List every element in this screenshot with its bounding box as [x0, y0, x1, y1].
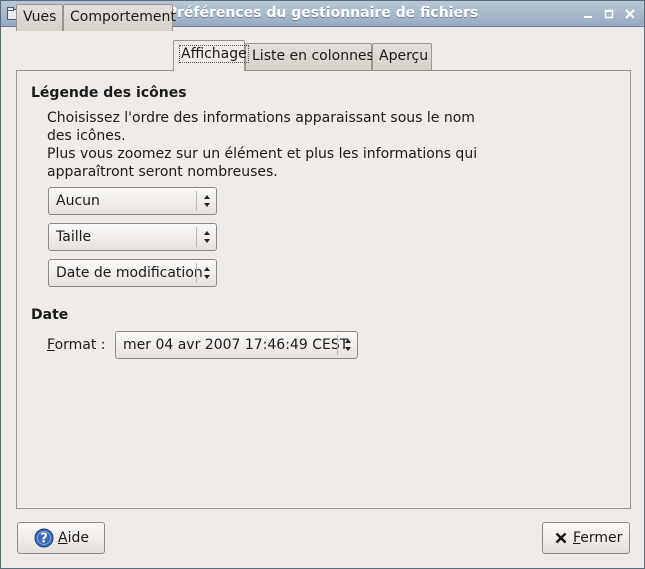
- tab-liste-en-colonnes[interactable]: Liste en colonnes: [245, 43, 374, 70]
- description-line: apparaîtront seront nombreuses.: [47, 164, 278, 180]
- combo-value: Date de modification: [56, 265, 203, 281]
- tab-label: Affichage: [179, 45, 249, 63]
- updown-arrows-icon: [204, 267, 210, 279]
- close-window-button[interactable]: [622, 6, 638, 22]
- affichage-page: Légende des icônes Choisissez l'ordre de…: [16, 70, 631, 509]
- description-line: Plus vous zoomez sur un élément et plus …: [47, 146, 478, 162]
- combo-value: mer 04 avr 2007 17:46:49 CEST: [123, 337, 349, 353]
- close-label: Fermer: [573, 530, 623, 546]
- close-icon: [625, 9, 635, 19]
- combo-arrows: [196, 263, 216, 283]
- description-line: Choisissez l'ordre des informations appa…: [47, 110, 475, 126]
- svg-text:?: ?: [40, 532, 48, 547]
- minimize-icon: [584, 16, 592, 18]
- icon-captions-heading: Légende des icônes: [31, 85, 187, 101]
- tab-vues[interactable]: Vues: [16, 4, 63, 31]
- caption-combo-1[interactable]: Aucun: [48, 187, 217, 215]
- date-format-combo[interactable]: mer 04 avr 2007 17:46:49 CEST: [115, 331, 358, 359]
- format-mnemonic: F: [47, 337, 55, 353]
- close-x-icon: [555, 532, 567, 544]
- close-button[interactable]: Fermer: [542, 522, 630, 554]
- captions-description: Choisissez l'ordre des informations appa…: [47, 109, 477, 181]
- maximize-button[interactable]: [601, 6, 617, 22]
- tab-apercu[interactable]: Aperçu: [372, 43, 432, 70]
- tab-affichage[interactable]: Affichage: [173, 40, 249, 71]
- date-heading: Date: [31, 307, 69, 323]
- tab-label: Aperçu: [379, 48, 429, 64]
- combo-value: Aucun: [56, 193, 100, 209]
- help-icon: ?: [34, 528, 54, 548]
- format-label-rest: ormat :: [54, 337, 106, 353]
- preferences-window: Préférences du gestionnaire de fichiers …: [0, 0, 645, 569]
- combo-arrows: [196, 191, 216, 211]
- tab-label: Liste en colonnes: [252, 48, 374, 64]
- help-label: Aide: [58, 530, 89, 546]
- help-button[interactable]: ? Aide: [17, 522, 105, 554]
- maximize-icon: [604, 9, 614, 19]
- combo-arrows: [337, 335, 357, 355]
- format-label: Format :: [47, 337, 106, 353]
- minimize-button[interactable]: [580, 6, 596, 22]
- tab-label: Comportement: [70, 9, 176, 25]
- caption-combo-3[interactable]: Date de modification: [48, 259, 217, 287]
- updown-arrows-icon: [345, 339, 351, 351]
- combo-arrows: [196, 227, 216, 247]
- updown-arrows-icon: [204, 231, 210, 243]
- tab-label: Vues: [23, 9, 57, 25]
- description-line: des icônes.: [47, 128, 126, 144]
- combo-value: Taille: [56, 229, 92, 245]
- caption-combo-2[interactable]: Taille: [48, 223, 217, 251]
- tab-comportement[interactable]: Comportement: [63, 4, 176, 31]
- updown-arrows-icon: [204, 195, 210, 207]
